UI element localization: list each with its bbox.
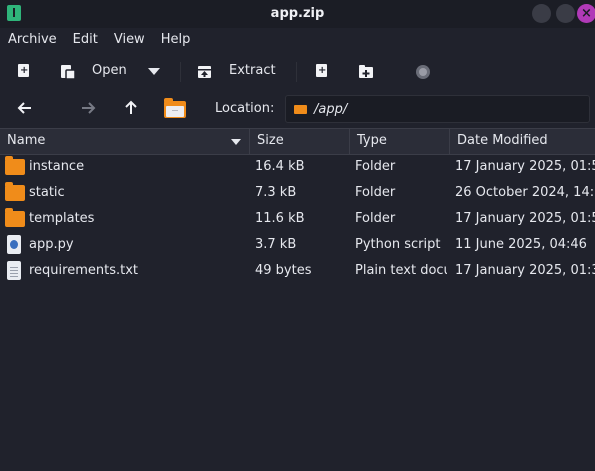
add-folder-button[interactable]	[358, 64, 374, 80]
new-document-icon: +	[18, 64, 29, 77]
add-folder-icon	[359, 65, 373, 78]
new-archive-button[interactable]: +	[18, 64, 34, 80]
file-size: 11.6 kB	[255, 211, 305, 226]
file-name: requirements.txt	[29, 263, 139, 278]
add-files-button[interactable]: +	[316, 64, 332, 80]
back-arrow-icon[interactable]	[17, 100, 33, 116]
open-label[interactable]: Open	[92, 63, 127, 78]
table-row[interactable]: static 7.3 kB Folder 26 October 2024, 14…	[0, 180, 595, 206]
column-name-label: Name	[7, 133, 46, 148]
file-list: Name Size Type Date Modified instance 16…	[0, 128, 595, 471]
extract-label[interactable]: Extract	[229, 63, 276, 78]
file-name: app.py	[29, 237, 74, 252]
file-type: Folder	[355, 159, 396, 174]
open-dropdown-icon[interactable]	[148, 68, 164, 84]
menu-view[interactable]: View	[106, 28, 153, 52]
file-size: 49 bytes	[255, 263, 312, 278]
folder-icon	[5, 182, 25, 201]
table-row[interactable]: app.py 3.7 kB Python script 11 June 2025…	[0, 232, 595, 258]
file-modified: 17 January 2025, 01:54	[455, 211, 595, 226]
folder-icon	[5, 156, 25, 175]
file-name: instance	[29, 159, 85, 174]
column-name-header[interactable]: Name	[0, 129, 250, 154]
menu-edit[interactable]: Edit	[65, 28, 106, 52]
file-name: templates	[29, 211, 95, 226]
column-size-header[interactable]: Size	[250, 129, 350, 154]
stop-icon	[416, 65, 430, 79]
file-size: 16.4 kB	[255, 159, 305, 174]
text-file-icon	[7, 261, 21, 280]
maximize-button[interactable]	[556, 4, 575, 23]
menu-bar: Archive Edit View Help	[0, 28, 595, 52]
column-modified-header[interactable]: Date Modified	[450, 129, 595, 154]
extract-button[interactable]	[197, 64, 213, 80]
location-path[interactable]: /app/	[314, 102, 347, 117]
home-folder-icon[interactable]	[163, 96, 187, 120]
menu-archive[interactable]: Archive	[0, 28, 65, 52]
close-icon: ×	[581, 6, 592, 21]
folder-icon	[5, 208, 25, 227]
toolbar: + Open Extract +	[0, 54, 595, 90]
file-type: Folder	[355, 211, 396, 226]
title-bar: app.zip ×	[0, 0, 595, 28]
file-name: static	[29, 185, 65, 200]
column-type-header[interactable]: Type	[350, 129, 450, 154]
extract-icon	[198, 66, 211, 78]
file-modified: 26 October 2024, 14:57	[455, 185, 595, 200]
file-type: Python script	[355, 237, 441, 252]
location-bar: Location: /app/	[0, 92, 595, 126]
file-size: 7.3 kB	[255, 185, 297, 200]
close-button[interactable]: ×	[577, 4, 595, 23]
file-type: Folder	[355, 185, 396, 200]
open-archive-button[interactable]	[60, 64, 76, 80]
add-file-icon: +	[316, 64, 327, 77]
file-modified: 17 January 2025, 01:36	[455, 263, 595, 278]
file-size: 3.7 kB	[255, 237, 297, 252]
table-row[interactable]: templates 11.6 kB Folder 17 January 2025…	[0, 206, 595, 232]
file-modified: 11 June 2025, 04:46	[455, 237, 587, 252]
table-row[interactable]: instance 16.4 kB Folder 17 January 2025,…	[0, 154, 595, 180]
table-row[interactable]: requirements.txt 49 bytes Plain text doc…	[0, 258, 595, 284]
open-archive-icon	[61, 65, 76, 80]
window-title: app.zip	[270, 6, 325, 21]
forward-arrow-icon[interactable]	[80, 100, 96, 116]
minimize-button[interactable]	[532, 4, 551, 23]
toolbar-separator	[296, 62, 297, 82]
location-field[interactable]: /app/	[285, 95, 590, 123]
file-type: Plain text docu…	[355, 263, 447, 278]
python-file-icon	[7, 235, 21, 254]
menu-help[interactable]: Help	[153, 28, 199, 52]
location-label: Location:	[215, 101, 275, 116]
sort-descending-icon	[231, 139, 241, 145]
toolbar-separator	[180, 62, 181, 82]
file-modified: 17 January 2025, 01:50	[455, 159, 595, 174]
stop-button[interactable]	[415, 64, 431, 80]
folder-icon	[294, 105, 307, 114]
table-header: Name Size Type Date Modified	[0, 128, 595, 155]
up-arrow-icon[interactable]	[123, 100, 139, 116]
